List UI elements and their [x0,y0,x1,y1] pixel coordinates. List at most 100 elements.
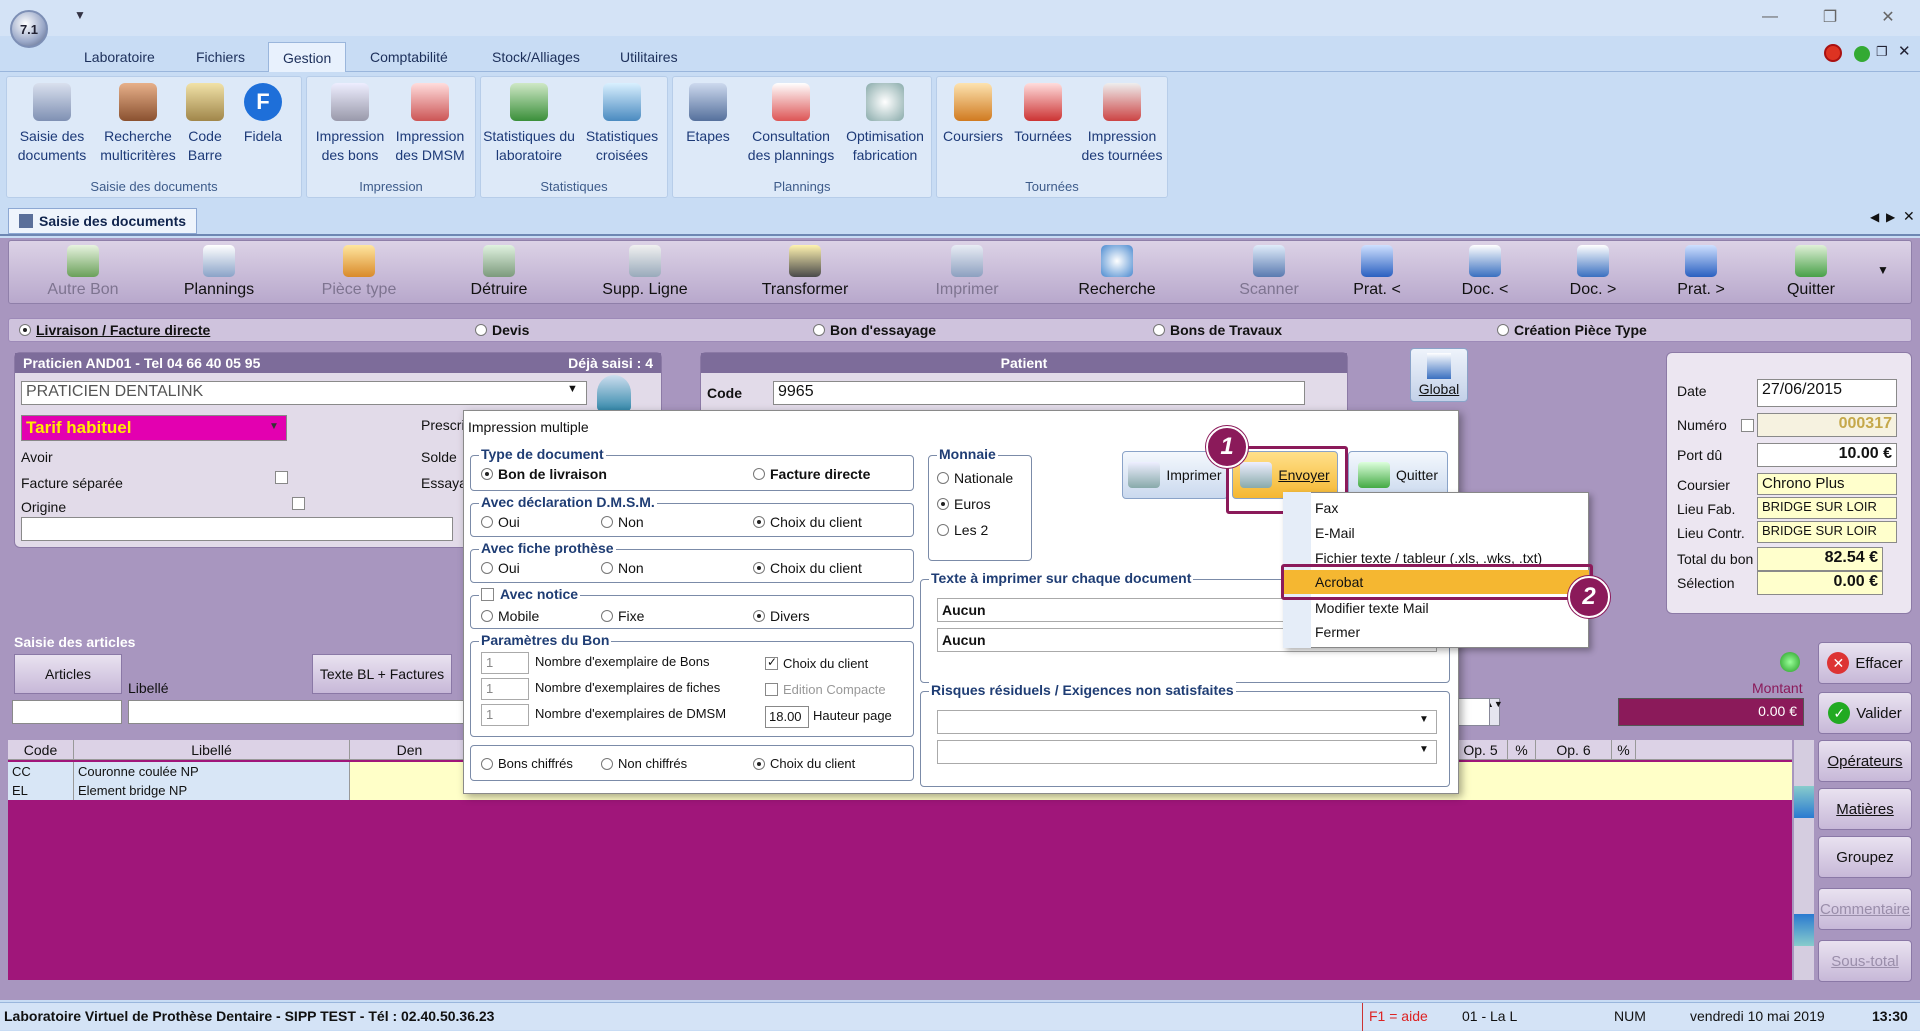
radio-devis[interactable]: Devis [475,322,529,338]
prothese-choix[interactable]: Choix du client [753,560,862,576]
non-chiffres[interactable]: Non chiffrés [601,756,687,771]
scroll-up-icon[interactable] [1794,786,1814,818]
plannings-button[interactable]: Plannings [159,245,279,299]
notice-divers[interactable]: Divers [753,608,810,624]
bons-stepper[interactable]: 1 [481,652,529,674]
texte-bl-button[interactable]: Texte BL + Factures [312,654,452,694]
facture-separee-checkbox[interactable] [291,497,305,510]
tab-fichiers[interactable]: Fichiers [182,42,259,72]
toolbar-overflow-icon[interactable]: ▼ [1877,263,1889,277]
autre-bon-button[interactable]: Autre Bon [23,245,143,299]
fiches-stepper[interactable]: 1 [481,678,529,700]
notice-checkbox[interactable] [481,587,494,601]
impression-tournees-button[interactable]: Impression des tournées [1077,81,1167,165]
detruire-button[interactable]: Détruire [439,245,559,299]
lieu-fab-select[interactable]: BRIDGE SUR LOIR [1757,497,1897,519]
statistiques-croisees-button[interactable]: Statistiques croisées [577,81,667,165]
user-icon[interactable] [597,375,631,411]
bons-chiffres[interactable]: Bons chiffrés [481,756,573,771]
prothese-oui[interactable]: Oui [481,560,520,576]
tab-saisie-documents[interactable]: Saisie des documents [8,208,198,234]
impression-dmsm-button[interactable]: Impression des DMSM [387,81,473,165]
valider-button[interactable]: ✓ Valider [1818,692,1912,734]
origine-field[interactable] [21,517,453,541]
coursier-select[interactable]: Chrono Plus [1757,473,1897,495]
praticien-name-field[interactable]: PRATICIEN DENTALINK [21,381,587,405]
piece-type-button[interactable]: Pièce type [299,245,419,299]
port-field[interactable]: 10.00 € [1757,443,1897,467]
patient-code-field[interactable]: 9965 [773,381,1305,405]
effacer-button[interactable]: ✕ Effacer [1818,642,1912,684]
date-field[interactable]: 27/06/2015 [1757,379,1897,407]
risques-select-2[interactable] [937,740,1437,764]
matieres-button[interactable]: Matières [1818,788,1912,830]
notice-mobile[interactable]: Mobile [481,608,539,624]
numero-checkbox[interactable] [1741,419,1754,432]
radio-livraison[interactable]: Livraison / Facture directe [19,322,210,338]
prat-next-button[interactable]: Prat. > [1651,245,1751,299]
notice-fixe[interactable]: Fixe [601,608,644,624]
article-code-input[interactable] [12,700,122,724]
monnaie-euros[interactable]: Euros [937,496,991,512]
help-icon[interactable] [1854,46,1870,62]
radio-bon-essayage[interactable]: Bon d'essayage [813,322,936,338]
chiffres-choix[interactable]: Choix du client [753,756,855,771]
opt-facture-directe[interactable]: Facture directe [753,466,870,482]
edition-compacte-checkbox[interactable]: Edition Compacte [765,682,886,697]
tarif-chevron-icon[interactable]: ▼ [269,421,279,432]
monnaie-nationale[interactable]: Nationale [937,470,1013,486]
dmsm-non[interactable]: Non [601,514,644,530]
tab-laboratoire[interactable]: Laboratoire [70,42,169,72]
dmsm-stepper[interactable]: 1 [481,704,529,726]
app-logo[interactable]: 7.1 [10,10,48,48]
risques-select-1[interactable] [937,710,1437,734]
consultation-plannings-button[interactable]: Consultation des plannings [741,81,841,165]
recherche-button[interactable]: Recherche [1057,245,1177,299]
tab-gestion[interactable]: Gestion [268,42,347,72]
scanner-button[interactable]: Scanner [1209,245,1329,299]
tab-stock-alliages[interactable]: Stock/Alliages [478,42,594,72]
doc-next-button[interactable]: Doc. > [1543,245,1643,299]
opt-bon-livraison[interactable]: Bon de livraison [481,466,607,482]
sous-total-button[interactable]: Sous-total [1818,940,1912,982]
coursiers-button[interactable]: Coursiers [937,81,1009,146]
notice-checkbox-row[interactable]: Avec notice [479,586,581,602]
tarif-select[interactable]: Tarif habituel [21,415,287,441]
chevron-down-icon[interactable]: ▼ [1419,714,1429,725]
power-icon[interactable] [1824,44,1842,62]
groupez-button[interactable]: Groupez [1818,836,1912,878]
commentaire-button[interactable]: Commentaire [1818,888,1912,930]
code-barre-button[interactable]: Code Barre [175,81,235,165]
optimisation-fabrication-button[interactable]: Optimisation fabrication [839,81,931,165]
article-libelle-input[interactable] [128,700,468,724]
global-button[interactable]: Global [1410,348,1468,402]
menu-item-email[interactable]: E-Mail [1315,521,1355,545]
dmsm-oui[interactable]: Oui [481,514,520,530]
quick-access-dropdown-icon[interactable]: ▼ [74,8,86,22]
tab-close-icon[interactable]: ✕ [1903,208,1915,225]
etapes-button[interactable]: Etapes [673,81,743,146]
lieu-contr-select[interactable]: BRIDGE SUR LOIR [1757,521,1897,543]
articles-button[interactable]: Articles [14,654,122,694]
menu-item-fax[interactable]: Fax [1315,496,1338,520]
doc-prev-button[interactable]: Doc. < [1435,245,1535,299]
radio-creation-piece-type[interactable]: Création Pièce Type [1497,322,1647,338]
impression-bons-button[interactable]: Impression des bons [307,81,393,165]
tab-next-icon[interactable]: ▶ [1886,210,1895,224]
monnaie-les2[interactable]: Les 2 [937,522,988,538]
statistiques-labo-button[interactable]: Statistiques du laboratoire [483,81,575,165]
quitter-button[interactable]: Quitter [1761,245,1861,299]
hauteur-field[interactable]: 18.00 [765,706,809,728]
imprimer-toolbar-button[interactable]: Imprimer [907,245,1027,299]
tab-comptabilite[interactable]: Comptabilité [356,42,462,72]
supp-ligne-button[interactable]: Supp. Ligne [585,245,705,299]
close-icon[interactable]: ✕ [1866,4,1910,30]
saisie-documents-button[interactable]: Saisie des documents [9,81,95,165]
menu-item-fermer[interactable]: Fermer [1315,620,1360,644]
minimize-icon[interactable]: — [1748,4,1792,30]
restore-doc-icon[interactable]: ❐ [1876,44,1888,60]
fidela-button[interactable]: F Fidela [233,81,293,146]
restore-icon[interactable]: ❐ [1808,4,1852,30]
prat-prev-button[interactable]: Prat. < [1327,245,1427,299]
avoir-checkbox[interactable] [275,471,288,484]
